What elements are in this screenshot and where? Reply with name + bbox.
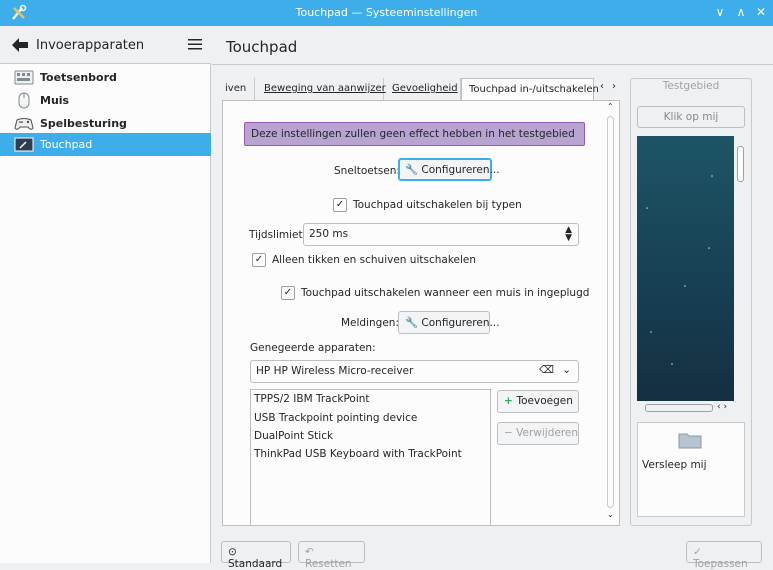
remove-device-button[interactable]: − Verwijderen — [497, 422, 579, 445]
checkmark-icon: ✓ — [693, 546, 702, 558]
tab-enable-disable[interactable]: Touchpad in-/uitschakelen — [461, 78, 599, 102]
keyboard-icon — [14, 70, 34, 85]
spin-arrows-icon[interactable]: ▲ ▼ — [565, 226, 572, 243]
default-button[interactable]: ⊙ Standaard — [221, 541, 291, 570]
only-tap-scroll-label: Alleen tikken en schuiven uitschakelen — [272, 254, 477, 266]
disable-typing-label: Touchpad uitschakelen bij typen — [353, 199, 522, 211]
tab-truncated[interactable]: iven — [221, 78, 255, 101]
list-item[interactable]: DualPoint Stick — [254, 430, 333, 442]
configure-label: Configureren... — [421, 317, 500, 329]
sidebar-header: Invoerapparaten — [0, 26, 211, 64]
reset-button[interactable]: ↶ Resetten — [298, 541, 365, 570]
sidebar-item-keyboard[interactable]: Toetsenbord — [0, 66, 211, 89]
apply-button[interactable]: ✓ Toepassen — [686, 541, 762, 570]
stars-decoration — [646, 175, 713, 365]
only-tap-scroll-checkbox[interactable]: ✓ — [252, 253, 266, 267]
sidebar-item-label: Touchpad — [40, 138, 93, 151]
wrench-icon: 🔧 — [405, 317, 422, 329]
minus-icon: − — [504, 427, 517, 439]
close-icon[interactable]: ✕ — [754, 5, 768, 19]
sidebar-item-gamepad[interactable]: Spelbesturing — [0, 112, 211, 135]
apply-label: Toepassen — [693, 558, 748, 570]
configure-shortcuts-button[interactable]: 🔧 Configureren... — [398, 158, 500, 181]
disable-mouse-label: Touchpad uitschakelen wanneer een muis i… — [301, 287, 590, 299]
panel-scrollbar[interactable]: ⌃ ⌄ — [604, 102, 617, 524]
list-item[interactable]: TPPS/2 IBM TrackPoint — [254, 393, 370, 405]
test-hscroll[interactable]: ‹ › — [637, 402, 745, 416]
touchpad-icon — [14, 137, 34, 152]
ignored-devices-label: Genegeerde apparaten: — [250, 342, 376, 354]
maximize-icon[interactable]: ∧ — [734, 5, 748, 19]
clear-text-icon[interactable]: ⌫ — [539, 364, 554, 376]
tab-pointer-motion[interactable]: Beweging van aanwijzer — [255, 78, 386, 101]
scrollbar-track[interactable] — [607, 116, 614, 508]
tab-sensitivity[interactable]: Gevoeligheid — [384, 78, 461, 101]
test-vscroll[interactable] — [736, 136, 745, 401]
test-area-title: Testgebied — [662, 80, 720, 92]
mouse-icon — [18, 92, 30, 109]
back-arrow-icon[interactable] — [12, 38, 28, 52]
title-bar: Touchpad — Systeeminstellingen ∨ ∧ ✕ — [0, 0, 773, 26]
tab-scroll-left-icon[interactable]: ‹ — [600, 81, 604, 92]
page-title: Touchpad — [226, 38, 298, 56]
remove-label: Verwijderen — [516, 427, 579, 439]
configure-notifications-button[interactable]: 🔧 Configureren... — [398, 311, 500, 334]
add-label: Toevoegen — [516, 395, 573, 407]
configure-label: Configureren... — [421, 164, 500, 176]
hscroll-track[interactable] — [645, 404, 713, 412]
folder-icon — [678, 433, 702, 449]
window-title: Touchpad — Systeeminstellingen — [295, 6, 478, 19]
reset-label: Resetten — [305, 558, 352, 570]
plus-icon: + — [504, 395, 517, 407]
disable-mouse-checkbox[interactable]: ✓ — [281, 286, 295, 300]
warning-message: Deze instellingen zullen geen effect heb… — [244, 122, 585, 146]
undo-icon: ↶ — [305, 546, 314, 558]
list-item[interactable]: USB Trackpoint pointing device — [254, 412, 417, 424]
tab-scroll-right-icon[interactable]: › — [612, 81, 616, 92]
defaults-icon: ⊙ — [228, 546, 237, 558]
device-input-value: HP HP Wireless Micro-receiver — [256, 365, 414, 377]
sidebar-item-touchpad[interactable]: Touchpad — [0, 133, 211, 156]
sidebar-header-label[interactable]: Invoerapparaten — [36, 38, 144, 53]
sidebar-item-label: Toetsenbord — [40, 71, 117, 84]
gamepad-icon — [14, 118, 34, 130]
notifications-label: Meldingen: — [341, 317, 399, 329]
drag-label: Versleep mij — [642, 459, 707, 471]
shortcuts-label: Sneltoetsen: — [334, 165, 400, 177]
scroll-up-icon[interactable]: ⌃ — [607, 102, 614, 111]
minimize-icon[interactable]: ∨ — [713, 5, 727, 19]
timeout-value: 250 ms — [309, 228, 349, 240]
wrench-icon: 🔧 — [405, 164, 422, 176]
scroll-thumb[interactable] — [737, 146, 744, 182]
click-me-button[interactable]: Klik op mij — [637, 106, 745, 128]
timeout-label: Tijdslimiet: — [249, 229, 307, 241]
default-label: Standaard — [228, 558, 283, 570]
hscroll-arrows-icon[interactable]: ‹ › — [717, 402, 727, 412]
divider — [212, 64, 773, 65]
sidebar-item-label: Spelbesturing — [40, 117, 127, 130]
sidebar-item-label: Muis — [40, 94, 70, 107]
chevron-down-icon[interactable]: ⌄ — [562, 364, 571, 376]
disable-typing-checkbox[interactable]: ✓ — [333, 198, 347, 212]
scroll-down-icon[interactable]: ⌄ — [607, 510, 614, 519]
drag-area[interactable]: Versleep mij — [637, 422, 745, 517]
sidebar: Invoerapparaten Toetsenbord Muis Spelbes… — [0, 26, 211, 563]
tab-bar: iven Beweging van aanwijzer Gevoeligheid… — [221, 78, 619, 102]
timeout-spinbox[interactable]: 250 ms ▲ ▼ — [303, 223, 579, 246]
ignored-devices-list[interactable]: TPPS/2 IBM TrackPoint USB Trackpoint poi… — [250, 389, 491, 526]
hamburger-menu-icon[interactable] — [188, 37, 202, 51]
sidebar-item-mouse[interactable]: Muis — [0, 89, 211, 112]
list-item[interactable]: ThinkPad USB Keyboard with TrackPoint — [254, 448, 462, 460]
device-combobox[interactable]: HP HP Wireless Micro-receiver ⌫ ⌄ — [250, 360, 579, 383]
add-device-button[interactable]: + Toevoegen — [497, 390, 579, 413]
test-canvas[interactable] — [637, 136, 734, 401]
